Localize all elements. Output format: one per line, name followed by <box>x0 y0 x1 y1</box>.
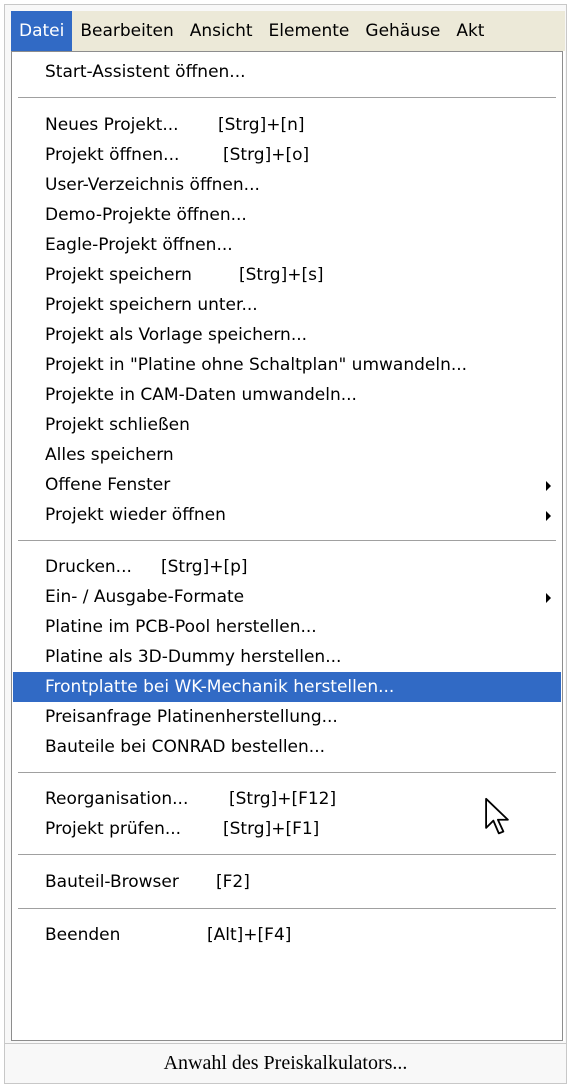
menu-item-label: Projekt speichern unter... <box>45 295 258 315</box>
shortcut-label: [Strg]+[s] <box>239 265 324 285</box>
menu-item-save-as-template[interactable]: Projekt als Vorlage speichern... <box>13 320 561 350</box>
menu-item-label: Projekte in CAM-Daten umwandeln... <box>45 385 357 405</box>
menu-item-quit[interactable]: Beenden [Alt]+[F4] <box>13 920 561 950</box>
menu-item-label: Platine als 3D-Dummy herstellen... <box>45 647 342 667</box>
shortcut-label: [Strg]+[F1] <box>223 819 320 839</box>
menu-item-convert-cam[interactable]: Projekte in CAM-Daten umwandeln... <box>13 380 561 410</box>
menu-item-new-project[interactable]: Neues Projekt... [Strg]+[n] <box>13 110 561 140</box>
menu-item-label: Bauteil-Browser <box>45 872 179 892</box>
menu-item-label: Projekt in "Platine ohne Schaltplan" umw… <box>45 355 468 375</box>
menu-item-front-panel-wk[interactable]: Frontplatte bei WK-Mechanik herstellen..… <box>13 672 561 702</box>
menu-item-open-eagle[interactable]: Eagle-Projekt öffnen... <box>13 230 561 260</box>
menu-item-close-project[interactable]: Projekt schließen <box>13 410 561 440</box>
menu-item-label: Projekt speichern <box>45 265 192 285</box>
menu-item-label: Frontplatte bei WK-Mechanik herstellen..… <box>45 677 395 697</box>
menu-item-open-project[interactable]: Projekt öffnen... [Strg]+[o] <box>13 140 561 170</box>
menu-item-reorganisation[interactable]: Reorganisation... [Strg]+[F12] <box>13 784 561 814</box>
shortcut-label: [F2] <box>216 872 250 892</box>
menu-item-convert-no-schematic[interactable]: Projekt in "Platine ohne Schaltplan" umw… <box>13 350 561 380</box>
shortcut-label: [Alt]+[F4] <box>207 925 292 945</box>
menu-item-label: Projekt wieder öffnen <box>45 505 226 525</box>
menu-item-label: Projekt schließen <box>45 415 190 435</box>
menu-item-label: Beenden <box>45 925 121 945</box>
menu-item-save-project[interactable]: Projekt speichern [Strg]+[s] <box>13 260 561 290</box>
submenu-arrow-icon <box>546 511 551 521</box>
menu-separator <box>18 772 556 773</box>
menu-ansicht[interactable]: Ansicht <box>182 11 261 51</box>
menu-separator <box>18 97 556 98</box>
menu-item-print[interactable]: Drucken... [Strg]+[p] <box>13 552 561 582</box>
shortcut-label: [Strg]+[o] <box>223 145 310 165</box>
menu-item-open-demo[interactable]: Demo-Projekte öffnen... <box>13 200 561 230</box>
menu-item-label: Projekt prüfen... <box>45 819 182 839</box>
menu-item-pcb-3d-dummy[interactable]: Platine als 3D-Dummy herstellen... <box>13 642 561 672</box>
shortcut-label: [Strg]+[n] <box>218 115 305 135</box>
menu-item-label: Reorganisation... <box>45 789 189 809</box>
menu-item-save-all[interactable]: Alles speichern <box>13 440 561 470</box>
datei-dropdown-menu: Start-Assistent öffnen... Neues Projekt.… <box>11 51 563 1041</box>
menu-item-label: Drucken... <box>45 557 132 577</box>
menu-akt[interactable]: Akt <box>448 11 492 51</box>
menu-gehaeuse[interactable]: Gehäuse <box>357 11 448 51</box>
menu-item-save-project-as[interactable]: Projekt speichern unter... <box>13 290 561 320</box>
menu-item-label: Projekt öffnen... <box>45 145 180 165</box>
menu-datei[interactable]: Datei <box>11 11 73 51</box>
submenu-arrow-icon <box>546 593 551 603</box>
menu-item-start-assistant[interactable]: Start-Assistent öffnen... <box>13 57 561 87</box>
menu-item-label: Demo-Projekte öffnen... <box>45 205 247 225</box>
submenu-arrow-icon <box>546 481 551 491</box>
menu-item-label: Offene Fenster <box>45 475 171 495</box>
menu-item-label: Preisanfrage Platinenherstellung... <box>45 707 338 727</box>
menu-bar: Datei Bearbeiten Ansicht Elemente Gehäus… <box>11 11 565 51</box>
menu-item-check-project[interactable]: Projekt prüfen... [Strg]+[F1] <box>13 814 561 844</box>
menu-item-label: Bauteile bei CONRAD bestellen... <box>45 737 326 757</box>
menu-item-label: Eagle-Projekt öffnen... <box>45 235 233 255</box>
menu-item-label: Ein- / Ausgabe-Formate <box>45 587 245 607</box>
menu-elemente[interactable]: Elemente <box>261 11 358 51</box>
menu-item-pcb-pool[interactable]: Platine im PCB-Pool herstellen... <box>13 612 561 642</box>
figure-caption: Anwahl des Preiskalkulators... <box>163 1052 408 1074</box>
menu-separator <box>18 908 556 909</box>
shortcut-label: [Strg]+[F12] <box>229 789 337 809</box>
caption-divider <box>5 1043 566 1044</box>
menu-screenshot: Datei Bearbeiten Ansicht Elemente Gehäus… <box>11 11 565 1041</box>
menu-item-open-windows[interactable]: Offene Fenster <box>13 470 561 500</box>
menu-item-label: User-Verzeichnis öffnen... <box>45 175 260 195</box>
menu-item-label: Neues Projekt... <box>45 115 179 135</box>
menu-item-open-user-dir[interactable]: User-Verzeichnis öffnen... <box>13 170 561 200</box>
menu-item-io-formats[interactable]: Ein- / Ausgabe-Formate <box>13 582 561 612</box>
menu-separator <box>18 854 556 855</box>
menu-item-price-inquiry[interactable]: Preisanfrage Platinenherstellung... <box>13 702 561 732</box>
menu-item-label: Platine im PCB-Pool herstellen... <box>45 617 317 637</box>
menu-bearbeiten[interactable]: Bearbeiten <box>72 11 181 51</box>
shortcut-label: [Strg]+[p] <box>161 557 248 577</box>
menu-item-label: Alles speichern <box>45 445 174 465</box>
menu-item-part-browser[interactable]: Bauteil-Browser [F2] <box>13 867 561 897</box>
menu-item-reopen-project[interactable]: Projekt wieder öffnen <box>13 500 561 530</box>
menu-item-order-conrad[interactable]: Bauteile bei CONRAD bestellen... <box>13 732 561 762</box>
menu-item-label: Projekt als Vorlage speichern... <box>45 325 308 345</box>
menu-item-label: Start-Assistent öffnen... <box>45 62 246 82</box>
menu-separator <box>18 540 556 541</box>
mouse-pointer-icon <box>485 797 509 835</box>
